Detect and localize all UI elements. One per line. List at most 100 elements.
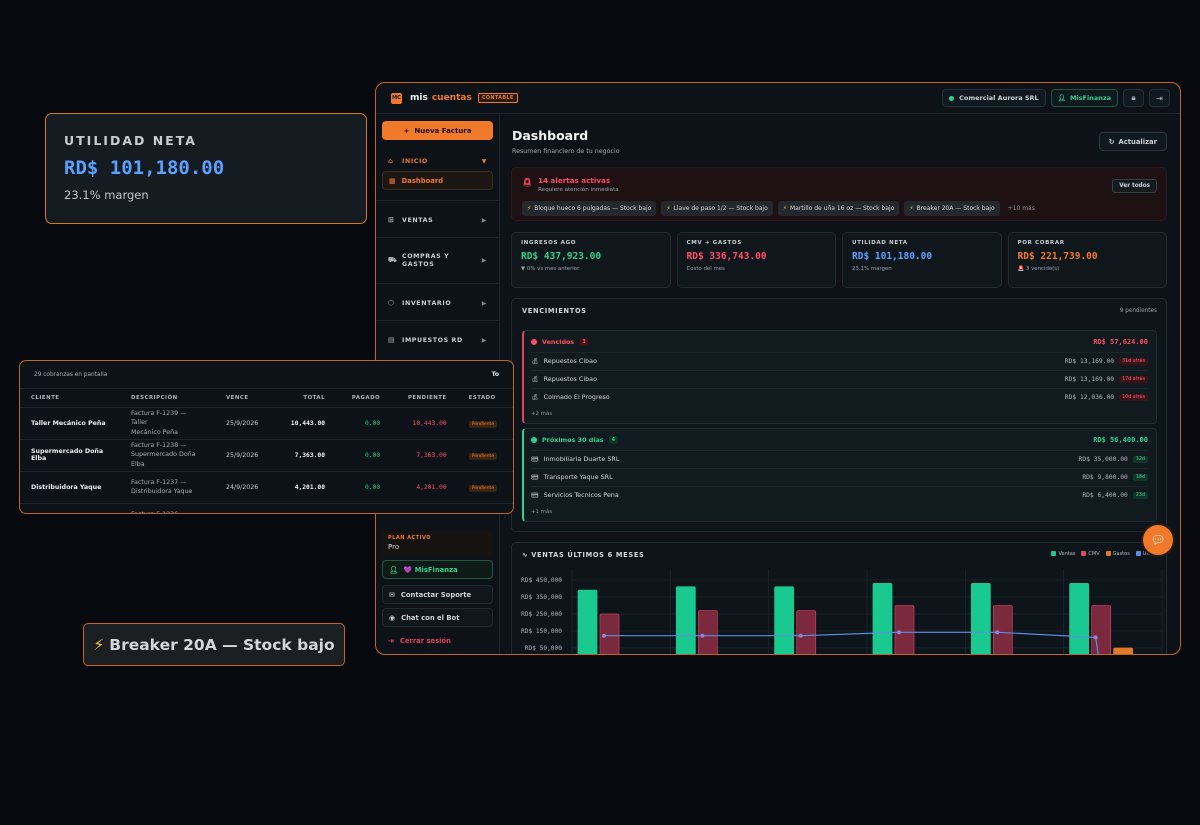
group-total: RD$ 56,400.00 bbox=[1093, 436, 1148, 444]
list-item[interactable]: 💰︎ Repuestos Cibao RD$ 13,169.00 17d atrás bbox=[531, 370, 1148, 387]
group-label: Vencidos bbox=[542, 338, 575, 346]
point-utilidad bbox=[995, 630, 1000, 635]
point-utilidad bbox=[798, 633, 803, 638]
cell-cliente: Supermercado Doña Elba bbox=[20, 438, 120, 471]
col-header[interactable]: CLIENTE bbox=[20, 389, 120, 407]
misfinanza-label: 💜 MisFinanza bbox=[403, 565, 458, 574]
y-tick-label: RD$ 150,000 bbox=[521, 628, 562, 635]
item-amount: RD$ 9,800.00 bbox=[1082, 473, 1128, 481]
sidebar-item-dashboard[interactable]: ▦ Dashboard bbox=[382, 171, 493, 190]
alerts-more[interactable]: +10 más bbox=[1008, 205, 1035, 212]
col-header[interactable]: PAGADO bbox=[336, 389, 391, 407]
kpi-label: INGRESOS AGO bbox=[521, 240, 577, 246]
list-item[interactable]: 💳︎ Servicios Tecnicos Pena RD$ 6,400.00 23d bbox=[531, 486, 1148, 503]
group-count: 3 bbox=[579, 338, 589, 346]
alert-chip[interactable]: ⚡ Martillo de uña 16 oz — Stock bajo bbox=[777, 201, 900, 216]
truck-icon: ⛟ bbox=[388, 256, 398, 265]
table-row[interactable]: Distribuidora Yaque Factura F-1237 — Distr… bbox=[20, 470, 513, 503]
logout-icon: ⇥ bbox=[1156, 93, 1163, 103]
cell-estado bbox=[457, 502, 513, 513]
cell-pagado: 0.00 bbox=[336, 438, 392, 471]
col-header[interactable]: VENCE bbox=[215, 389, 275, 407]
days-badge: 12d bbox=[1132, 455, 1148, 463]
sidebar-section-compras[interactable]: ⛟ COMPRAS Y GASTOS ▶ bbox=[382, 249, 493, 273]
alert-chip[interactable]: ⚡ Bloque hueco 6 pulgadas — Stock bajo bbox=[522, 201, 657, 216]
more-link[interactable]: +1 más bbox=[531, 509, 552, 515]
moneybag-icon: 💰︎ bbox=[531, 375, 539, 383]
logout-icon: ⇥ bbox=[388, 636, 394, 645]
user-icon: 👤︎ bbox=[1057, 94, 1066, 102]
y-tick-label: RD$ 50,000 bbox=[525, 645, 563, 652]
table-row[interactable]: Taller Mecánico Peña Factura F-1239 — Tal… bbox=[20, 406, 513, 439]
col-header[interactable]: ESTADO bbox=[458, 389, 513, 407]
cell-total bbox=[274, 502, 337, 513]
col-header[interactable]: DESCRIPCIÓN bbox=[120, 389, 215, 407]
company-selector[interactable]: Comercial Aurora SRL bbox=[942, 89, 1046, 107]
table-row[interactable]: Factura F-1236 — Panadería bbox=[20, 502, 513, 513]
chat-bot-button[interactable]: ◉ Chat con el Bot bbox=[382, 608, 493, 627]
bar-ventas bbox=[577, 589, 598, 654]
alert-chip-label: Martillo de uña 16 oz — Stock bajo bbox=[790, 205, 895, 212]
list-item[interactable]: 💰︎ Colmado El Progreso RD$ 12,036.00 10d at… bbox=[531, 388, 1148, 405]
cobranzas-table: CLIENTE DESCRIPCIÓN VENCE TOTAL PAGADO P… bbox=[20, 389, 513, 513]
new-invoice-button[interactable]: + Nueva Factura bbox=[382, 121, 493, 140]
utilidad-neta-callout: UTILIDAD NETA RD$ 101,180.00 23.1% marge… bbox=[45, 113, 367, 224]
col-header[interactable]: TOTAL bbox=[275, 389, 337, 407]
callout-chip-text: Breaker 20A — Stock bajo bbox=[109, 635, 335, 654]
chevron-down-icon: ▼ bbox=[481, 157, 487, 165]
moneybag-icon: 💰︎ bbox=[531, 393, 539, 401]
days-badge: 10d atrás bbox=[1119, 393, 1148, 401]
view-all-button[interactable]: Ver todos bbox=[1112, 179, 1157, 193]
cell-descripcion: Factura F-1238 — Supermercado Doña Elba bbox=[120, 438, 215, 471]
kpi-sub: ▼ 0% vs mes anterior bbox=[521, 266, 580, 272]
lock-icon: 🔒︎ bbox=[1131, 93, 1136, 102]
chat-fab-button[interactable]: 💬︎ bbox=[1143, 525, 1173, 555]
cell-descripcion: Factura F-1239 — Taller Mecánico Peña bbox=[120, 406, 215, 439]
refresh-button[interactable]: ↻ Actualizar bbox=[1098, 132, 1167, 151]
misfinanza-button[interactable]: 👤︎ 💜 MisFinanza bbox=[382, 560, 493, 579]
green-dot-icon bbox=[531, 437, 537, 443]
kpi-card-cmv: CMV + GASTOS RD$ 336,743.00 Costo del mes bbox=[676, 232, 836, 288]
group-count: 4 bbox=[608, 436, 619, 444]
lock-button[interactable]: 🔒︎ bbox=[1123, 89, 1144, 107]
siren-icon: 🚨︎ bbox=[522, 178, 533, 187]
sidebar-section-ventas[interactable]: ⊞ VENTAS ▶ bbox=[382, 213, 493, 227]
vencimientos-count: 9 pendientes bbox=[1119, 308, 1157, 314]
bar-cmv bbox=[697, 610, 718, 654]
vencimientos-panel: VENCIMIENTOS 9 pendientes Vencidos 3 RD$ … bbox=[511, 298, 1167, 532]
kpi-row: INGRESOS AGO RD$ 437,923.00 ▼ 0% vs mes an… bbox=[511, 232, 1167, 288]
misfinanza-link[interactable]: 👤︎ MisFinanza bbox=[1050, 89, 1118, 107]
list-item[interactable]: 💳︎ Inmobiliaria Duarte SRL RD$ 35,000.00 12… bbox=[531, 450, 1148, 467]
item-name: Inmobiliaria Duarte SRL bbox=[543, 455, 620, 463]
home-icon: ⌂ bbox=[388, 157, 394, 165]
alert-chip[interactable]: ⚡ Breaker 20A — Stock bajo bbox=[904, 201, 1000, 216]
sidebar-section-inventario[interactable]: ⬡ INVENTARIO ▶ bbox=[382, 296, 493, 310]
cell-pendiente: 7,363.00 bbox=[391, 438, 458, 471]
list-item[interactable]: 💳︎ Transporte Yaque SRL RD$ 9,800.00 18d bbox=[531, 468, 1148, 485]
alert-chip[interactable]: ⚡ Llave de paso 1/2 — Stock bajo bbox=[661, 201, 773, 216]
col-header[interactable]: PENDIENTE bbox=[391, 389, 458, 407]
vencimientos-title: VENCIMIENTOS bbox=[522, 307, 587, 315]
sidebar-section-inicio[interactable]: ⌂ INICIO ▼ bbox=[382, 154, 493, 168]
logout-button[interactable]: ⇥ bbox=[1149, 89, 1170, 107]
table-row[interactable]: Supermercado Doña Elba Factura F-1238 — Su… bbox=[20, 438, 513, 471]
card-icon: 💳︎ bbox=[531, 455, 539, 463]
plan-value: Pro bbox=[388, 543, 400, 551]
list-item[interactable]: 💰︎ Repuestos Cibao RD$ 13,169.00 31d atrás bbox=[531, 352, 1148, 369]
contact-support-button[interactable]: ✉ Contactar Soporte bbox=[382, 585, 493, 604]
cell-estado: Pendiente bbox=[457, 470, 513, 503]
kpi-sub: 23.1% margen bbox=[852, 266, 892, 272]
cell-total: 4,201.00 bbox=[274, 470, 337, 503]
alerts-title: 14 alertas activas bbox=[538, 176, 611, 185]
receipt-icon: ▤ bbox=[388, 336, 396, 344]
y-tick-label: RD$ 350,000 bbox=[521, 594, 562, 601]
cell-vence: 25/9/2026 bbox=[215, 438, 275, 471]
sidebar-section-impuestos[interactable]: ▤ IMPUESTOS RD ▶ bbox=[382, 333, 493, 347]
kpi-label: POR COBRAR bbox=[1017, 240, 1065, 246]
sidebar-section-label: INICIO bbox=[402, 157, 428, 165]
logout-link[interactable]: ⇥ Cerrar sesión bbox=[382, 631, 493, 650]
callout-label: UTILIDAD NETA bbox=[64, 133, 197, 148]
sidebar-section-label: COMPRAS Y GASTOS bbox=[402, 252, 450, 268]
more-link[interactable]: +2 más bbox=[531, 411, 552, 417]
days-badge: 23d bbox=[1132, 491, 1148, 499]
